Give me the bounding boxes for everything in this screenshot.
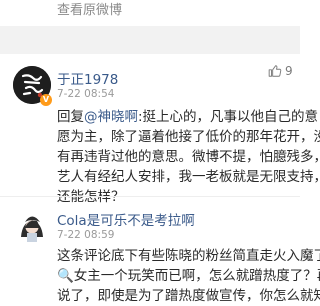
comment-body-line: 愿为主，除了逼着他接了低价的那年花开，没 [57,129,320,145]
comment-timestamp: 7-22 08:54 [57,88,115,100]
comment-body-line: 有再违背过他的意思。微博不提，怕臆残多， [57,149,320,165]
view-original-post-link[interactable]: 查看原微博 [57,2,122,20]
vip-badge-icon: V [40,94,52,106]
comment-body-line: 说了，即使是为了蹭热度做宣传，你怎么就知 [57,288,320,304]
comment-body-line: 回复@神晓啊:挺上心的，凡事以他自己的意 [57,107,320,127]
thumbs-up-icon [268,65,282,77]
reply-prefix: 回复 [57,109,84,125]
comment-author-name[interactable]: 于正1978 [57,68,118,88]
comment-author-name[interactable]: Cola是可乐不是考拉啊 [57,209,195,229]
comment-text: :挺上心的，凡事以他自己的意 [138,109,319,125]
comment-body-line: 艺人有经纪人安排，我一老板就是无限支持， [57,169,320,185]
comment-body: 回复@神晓啊:挺上心的，凡事以他自己的意 愿为主，除了逼着他接了低价的那年花开，… [57,107,320,207]
avatar-illustration-image [13,207,51,245]
avatar[interactable] [13,207,51,245]
section-separator [0,26,300,54]
mention-link[interactable]: @神晓啊 [84,109,138,125]
like-button[interactable]: 9 [268,64,293,78]
comment-body-line: 这条评论底下有些陈晓的粉丝简直走火入魔了 [57,248,320,264]
comment-timestamp: 7-22 08:59 [57,229,115,241]
comment-item: Cola是可乐不是考拉啊 7-22 08:59 这条评论底下有些陈晓的粉丝简直走… [0,197,320,304]
like-count: 9 [285,64,293,78]
comment-body-line: 🔍女主一个玩笑而已啊，怎么就蹭热度了？再 [57,268,320,284]
comment-body: 这条评论底下有些陈晓的粉丝简直走火入魔了 🔍女主一个玩笑而已啊，怎么就蹭热度了？… [57,246,320,306]
